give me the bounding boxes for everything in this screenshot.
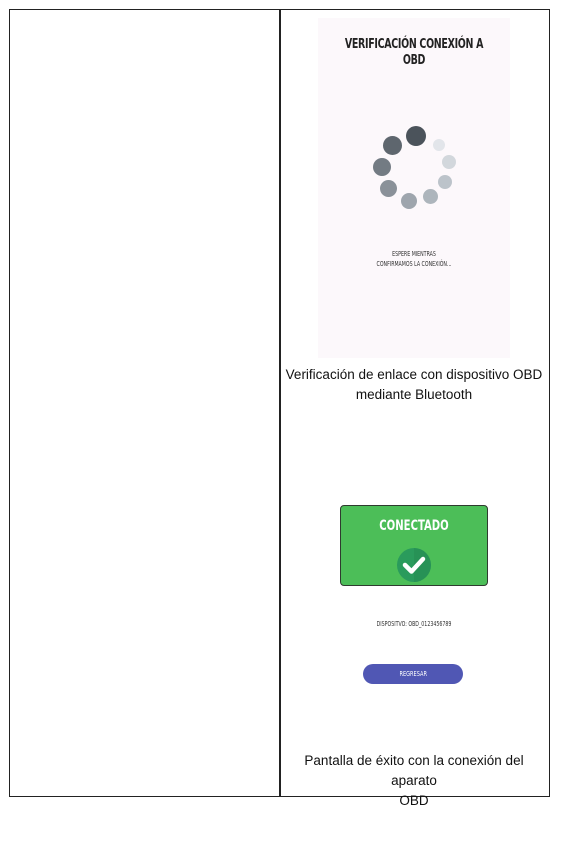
spinner-dot [438, 175, 452, 189]
loading-screen-caption: Verificación de enlace con dispositivo O… [285, 365, 543, 405]
waiting-message: ESPERE MIENTRAS CONFIRMAMOS LA CONEXIÓN.… [342, 249, 486, 269]
spinner-dot [433, 139, 445, 151]
connected-status-label: CONECTADO [379, 518, 449, 534]
device-id-label: DISPOSITVO: OBD_0123456789 [376, 620, 452, 628]
back-button[interactable]: REGRESAR [363, 664, 463, 684]
spinner-dot [406, 126, 426, 146]
spinner-dot [442, 155, 456, 169]
waiting-message-line-2: CONFIRMAMOS LA CONEXIÓN... [376, 260, 452, 268]
table-column-divider [279, 9, 281, 797]
back-button-label: REGRESAR [399, 670, 427, 678]
caption-line: OBD [399, 793, 429, 808]
spinner-dot [373, 158, 391, 176]
caption-line: Pantalla de éxito con la conexión del ap… [304, 753, 524, 788]
spinner-dot [383, 136, 402, 155]
caption-line: mediante Bluetooth [355, 387, 473, 402]
check-circle-icon [397, 548, 431, 582]
loading-spinner-icon [318, 18, 510, 268]
connected-status-card: CONECTADO [340, 505, 488, 586]
spinner-dot [401, 193, 417, 209]
spinner-dot [380, 180, 397, 197]
loading-screen-mockup: VERIFICACIÓN CONEXIÓN A OBD ESPERE MIENT… [318, 18, 510, 358]
waiting-message-line-1: ESPERE MIENTRAS [392, 250, 436, 258]
success-screen-caption: Pantalla de éxito con la conexión del ap… [285, 751, 543, 811]
spinner-dot [423, 189, 438, 204]
caption-line: Verificación de enlace con dispositivo O… [285, 367, 543, 382]
